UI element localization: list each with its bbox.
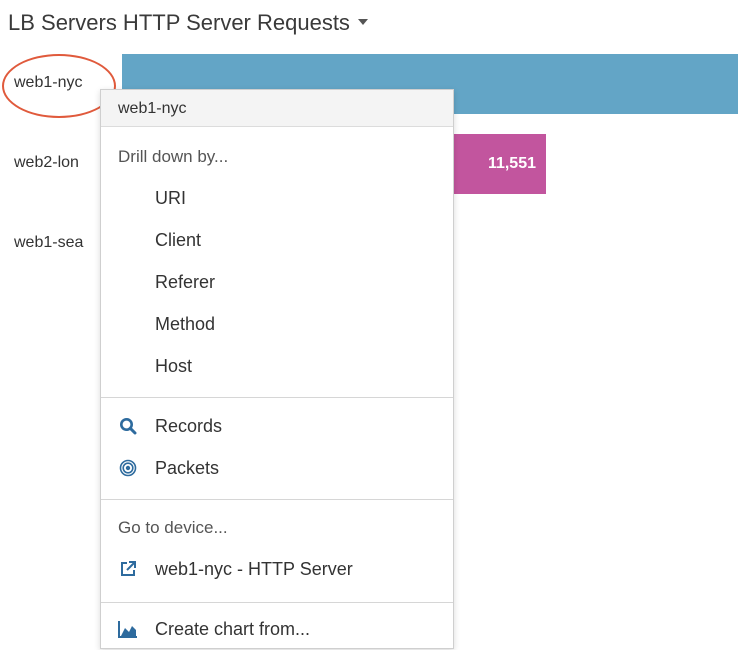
search-icon [118, 416, 138, 436]
menu-item-device-link[interactable]: web1-nyc - HTTP Server [101, 548, 453, 590]
drill-down-label: Drill down by... [118, 147, 229, 166]
row-label-web1-nyc[interactable]: web1-nyc [14, 74, 82, 92]
menu-item-host[interactable]: Host [101, 345, 453, 387]
menu-item-packets[interactable]: Packets [101, 447, 453, 489]
menu-item-method[interactable]: Method [101, 303, 453, 345]
area-chart-icon [118, 619, 138, 639]
chart-title-text: LB Servers HTTP Server Requests [8, 10, 350, 35]
chart-title[interactable]: LB Servers HTTP Server Requests [8, 10, 368, 36]
row-label-web2-lon[interactable]: web2-lon [14, 154, 79, 172]
go-to-device-label: Go to device... [118, 518, 228, 537]
menu-item-client[interactable]: Client [101, 219, 453, 261]
external-link-icon [118, 559, 138, 579]
bar-value-label: 11,551 [487, 155, 536, 172]
context-menu: web1-nyc Drill down by... URI Client Ref… [100, 89, 454, 649]
menu-item-packets-label: Packets [155, 458, 220, 478]
menu-item-device-link-label: web1-nyc - HTTP Server [155, 559, 353, 579]
chevron-down-icon[interactable] [357, 19, 368, 26]
packets-icon [118, 458, 138, 478]
menu-item-records[interactable]: Records [101, 405, 453, 447]
menu-header: web1-nyc [101, 90, 453, 127]
row-label-web1-sea[interactable]: web1-sea [14, 234, 83, 252]
menu-item-referer[interactable]: Referer [101, 261, 453, 303]
menu-item-create-chart-label: Create chart from... [155, 619, 311, 639]
menu-item-uri[interactable]: URI [101, 177, 453, 219]
menu-item-create-chart[interactable]: Create chart from... [101, 608, 453, 650]
menu-item-records-label: Records [155, 416, 223, 436]
